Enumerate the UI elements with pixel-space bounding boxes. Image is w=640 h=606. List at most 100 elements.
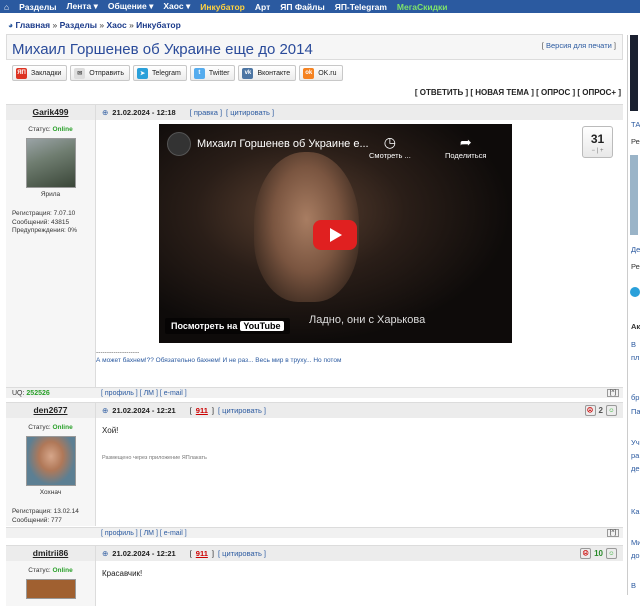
breadcrumb-separator: » — [99, 20, 105, 30]
sidebar-text: Ре — [631, 137, 640, 146]
topic-actions[interactable]: [ ОТВЕТИТЬ ] [ НОВАЯ ТЕМА ] [ ОПРОС ] [ … — [415, 88, 621, 97]
nav-item-discounts[interactable]: МегаСкидки — [397, 2, 448, 12]
sidebar-text[interactable]: пл — [631, 353, 639, 362]
sidebar-text[interactable]: ТА — [631, 120, 640, 129]
post-date: 21.02.2024 - 12:18 — [112, 108, 176, 117]
watch-later-button[interactable]: ◷ Смотреть ... — [369, 134, 411, 160]
uq-value: 252526 — [26, 389, 50, 397]
sidebar-text[interactable]: Па — [631, 407, 640, 416]
vote-up-icon[interactable]: ☺ — [606, 548, 617, 559]
post-anchor-icon[interactable]: ⊕ — [102, 406, 108, 415]
online-status: Online — [52, 567, 73, 574]
user-stats: Регистрация: 7.07.10 Сообщений: 43815 Пр… — [12, 210, 77, 234]
avatar[interactable] — [25, 436, 76, 486]
rating-vote-buttons[interactable]: − | + — [583, 148, 612, 154]
telegram-icon: ➤ — [137, 67, 149, 79]
video-title[interactable]: Михаил Горшенев об Украине е... — [197, 138, 369, 150]
post-vote: ☹ 10 ☺ — [580, 548, 617, 559]
quote-link[interactable]: [ цитировать ] — [218, 406, 266, 415]
sidebar-text[interactable]: Де — [631, 245, 640, 254]
scroll-top-icon[interactable]: [^] — [606, 529, 619, 537]
edit-link[interactable]: [ правка ] — [190, 108, 222, 117]
vk-button[interactable]: vk Вконтакте — [238, 65, 297, 81]
reputation-link[interactable]: 911 — [196, 406, 208, 415]
nav-item-chaos[interactable]: Хаос ▾ — [163, 1, 190, 12]
breadcrumb-incubator[interactable]: Инкубатор — [136, 20, 181, 30]
telegram-icon[interactable] — [630, 287, 640, 297]
user-title: Ярила — [40, 191, 61, 198]
sidebar-image[interactable] — [630, 155, 638, 235]
post-author[interactable]: den2677 — [6, 403, 95, 418]
post-anchor-icon[interactable]: ⊕ — [102, 108, 108, 117]
yap-icon: ЯП — [16, 67, 27, 79]
print-version-link[interactable]: Версия для печати — [546, 41, 612, 50]
telegram-button[interactable]: ➤ Telegram — [133, 65, 187, 81]
post-body: Хой! Размещено через приложение ЯПлакать — [95, 418, 623, 526]
breadcrumb-sections[interactable]: Разделы — [60, 20, 97, 30]
topic-title-bar: Михаил Горшенев об Украине еще до 2014 [… — [6, 34, 623, 60]
post-date: 21.02.2024 - 12:21 — [112, 406, 176, 415]
nav-item-telegram[interactable]: ЯП-Telegram — [335, 2, 387, 12]
post-date: 21.02.2024 - 12:21 — [112, 549, 176, 558]
topic-container: Михаил Горшенев об Украине еще до 2014 [… — [6, 34, 623, 606]
sidebar-text[interactable]: ра — [631, 451, 639, 460]
scroll-top-icon[interactable]: [^] — [606, 389, 619, 397]
user-stats: Регистрация: 13.02.14 Сообщений: 777 — [12, 508, 79, 524]
nav-item-chat[interactable]: Общение ▾ — [108, 1, 153, 12]
sidebar-image[interactable] — [630, 35, 638, 111]
avatar[interactable] — [25, 579, 76, 599]
print-version: [ Версия для печати ] — [541, 41, 616, 50]
channel-avatar[interactable] — [167, 132, 191, 156]
sidebar-text[interactable]: до — [631, 551, 640, 560]
sidebar-text[interactable]: Ка — [631, 507, 640, 516]
sidebar-text[interactable]: де — [631, 464, 640, 473]
post-body: Михаил Горшенев об Украине е... ◷ Смотрет… — [95, 120, 623, 387]
youtube-video[interactable]: Михаил Горшенев об Украине е... ◷ Смотрет… — [159, 124, 512, 343]
reputation-link[interactable]: 911 — [196, 549, 208, 558]
twitter-button[interactable]: t Twitter — [189, 65, 236, 81]
post-footer: UQ: 252526 [ профиль ] [ ЛМ ] [ e-mail ]… — [6, 387, 623, 398]
sidebar-text[interactable]: Ми — [631, 538, 640, 547]
nav-item-sections[interactable]: Разделы — [19, 2, 56, 12]
avatar[interactable] — [25, 138, 76, 188]
home-icon[interactable]: ⌂ — [4, 2, 9, 12]
send-button[interactable]: ✉ Отправить — [70, 65, 131, 81]
nav-item-feed[interactable]: Лента ▾ — [67, 1, 98, 12]
nav-item-files[interactable]: ЯП Файлы — [280, 2, 324, 12]
user-info: Статус: Online — [6, 561, 95, 606]
vote-down-icon[interactable]: ☹ — [584, 405, 596, 416]
profile-links[interactable]: [ профиль ] [ ЛМ ] [ e-mail ] — [95, 530, 607, 537]
breadcrumb-chaos[interactable]: Хаос — [106, 20, 126, 30]
youtube-logo: YouTube — [240, 321, 284, 331]
sidebar-text: Ак — [631, 322, 640, 331]
play-icon[interactable] — [313, 220, 357, 250]
share-video-button[interactable]: ➦ Поделиться — [445, 134, 486, 160]
ok-button[interactable]: ok OK.ru — [299, 65, 343, 81]
watch-on-youtube-button[interactable]: Посмотреть на YouTube — [165, 318, 290, 334]
vote-count: 2 — [598, 406, 603, 415]
video-subtitle: Ладно, они с Харькова — [309, 314, 426, 326]
vote-down-icon[interactable]: ☹ — [580, 548, 592, 559]
bookmarks-button[interactable]: ЯП Закладки — [12, 65, 68, 81]
post-author[interactable]: Garik499 — [6, 105, 95, 120]
nav-item-art[interactable]: Арт — [255, 2, 270, 12]
share-icon: ➦ — [459, 134, 472, 150]
sidebar-text[interactable]: Уч — [631, 438, 640, 447]
nav-item-incubator[interactable]: Инкубатор — [200, 2, 245, 12]
sidebar-text[interactable]: бр — [631, 393, 639, 402]
quote-link[interactable]: [ цитировать ] — [226, 108, 274, 117]
share-buttons: ЯП Закладки ✉ Отправить ➤ Telegram t Twitter… — [12, 65, 343, 81]
post-anchor-icon[interactable]: ⊕ — [102, 549, 108, 558]
rating-value: 31 — [590, 132, 605, 146]
vote-up-icon[interactable]: ☺ — [606, 405, 617, 416]
post-author[interactable]: dmitrii86 — [6, 546, 95, 561]
breadcrumb-home-icon[interactable]: ◕ — [8, 20, 13, 30]
vk-icon: vk — [242, 67, 254, 79]
profile-links[interactable]: [ профиль ] [ ЛМ ] [ e-mail ] — [95, 390, 607, 397]
sidebar-text[interactable]: В — [631, 340, 636, 349]
online-status: Online — [52, 424, 73, 431]
quote-link[interactable]: [ цитировать ] — [218, 549, 266, 558]
user-info: Статус: Online Ярила Регистрация: 7.07.1… — [6, 120, 95, 387]
breadcrumb-main[interactable]: Главная — [16, 20, 51, 30]
sidebar-text: Ре — [631, 262, 640, 271]
